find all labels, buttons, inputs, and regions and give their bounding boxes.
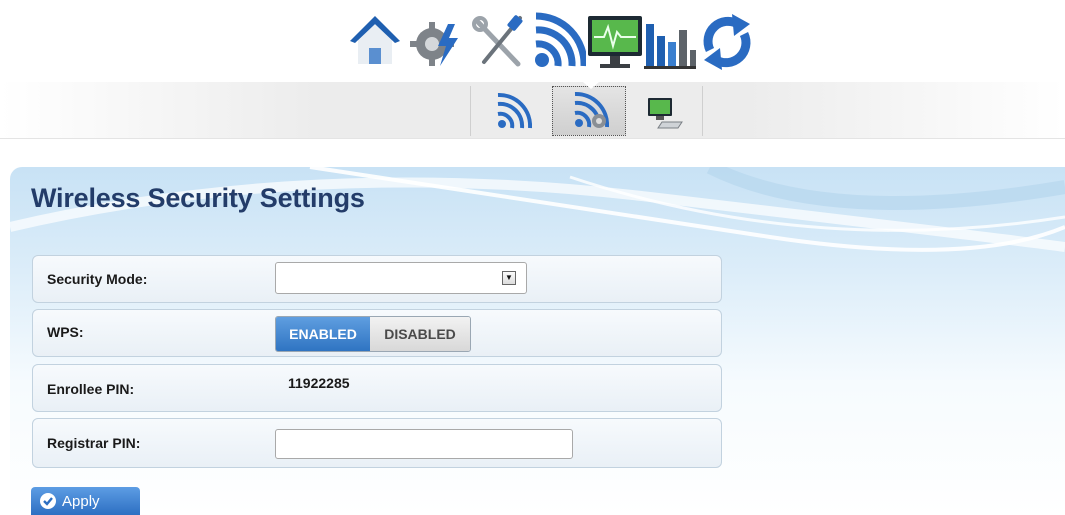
refresh-icon[interactable]	[698, 10, 756, 72]
settings-icon[interactable]	[408, 10, 466, 72]
wireless-basic-icon[interactable]	[476, 88, 548, 136]
active-tab-pointer	[583, 82, 599, 89]
apply-label: Apply	[62, 492, 100, 510]
wps-label: WPS:	[47, 324, 84, 340]
enrollee-pin-row: Enrollee PIN: 11922285	[32, 364, 722, 412]
security-mode-label: Security Mode:	[47, 271, 148, 287]
page-title: Wireless Security Settings	[31, 183, 365, 213]
tools-icon[interactable]	[470, 10, 528, 72]
enrollee-pin-value: 11922285	[288, 375, 350, 391]
sub-nav-divider	[470, 86, 471, 136]
registrar-pin-row: Registrar PIN:	[32, 418, 722, 468]
statistics-icon[interactable]	[640, 10, 698, 72]
wireless-icon[interactable]	[528, 10, 586, 72]
wps-toggle[interactable]: ENABLED DISABLED	[275, 316, 471, 352]
checkmark-icon	[40, 493, 56, 509]
wireless-client-icon[interactable]	[628, 88, 700, 136]
wps-row: WPS: ENABLED DISABLED	[32, 309, 722, 357]
apply-button[interactable]: Apply	[31, 487, 140, 515]
registrar-pin-label: Registrar PIN:	[47, 435, 141, 451]
chevron-down-icon[interactable]: ▼	[502, 271, 516, 285]
home-icon[interactable]	[346, 10, 404, 72]
wps-disabled-button[interactable]: DISABLED	[370, 317, 470, 351]
security-mode-select[interactable]: ▼	[275, 262, 527, 294]
top-navigation	[0, 0, 1065, 78]
sub-nav-divider	[702, 86, 703, 136]
monitor-icon[interactable]	[584, 10, 646, 72]
security-mode-row: Security Mode: ▼	[32, 255, 722, 303]
enrollee-pin-label: Enrollee PIN:	[47, 381, 135, 397]
wps-enabled-button[interactable]: ENABLED	[276, 317, 370, 351]
wireless-security-icon[interactable]	[552, 86, 626, 136]
registrar-pin-input[interactable]	[275, 429, 573, 459]
